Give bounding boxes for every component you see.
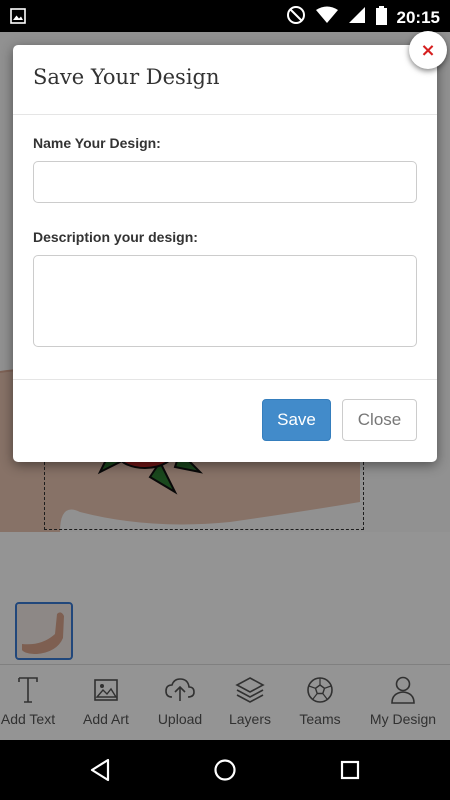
dialog-title: Save Your Design	[33, 65, 220, 89]
close-x-glyph: ×	[420, 39, 436, 61]
save-button[interactable]: Save	[262, 399, 331, 441]
wifi-icon	[315, 6, 338, 29]
image-icon	[10, 8, 26, 29]
navigation-bar	[0, 740, 450, 800]
signal-icon	[348, 6, 366, 29]
design-name-input[interactable]	[33, 161, 417, 203]
home-icon[interactable]	[210, 755, 240, 785]
dialog-header: Save Your Design	[13, 45, 437, 115]
dialog-footer: Save Close	[13, 380, 437, 462]
do-not-disturb-icon	[286, 5, 306, 30]
back-icon[interactable]	[85, 755, 115, 785]
recents-icon[interactable]	[335, 755, 365, 785]
close-button[interactable]: Close	[342, 399, 417, 441]
dialog-body: Name Your Design: Description your desig…	[13, 115, 437, 380]
status-bar: 20:15	[0, 0, 450, 32]
design-description-label: Description your design:	[33, 229, 198, 245]
design-description-input[interactable]	[33, 255, 417, 347]
close-icon[interactable]: ×	[409, 31, 447, 69]
save-design-dialog: Save Your Design Name Your Design: Descr…	[13, 45, 437, 462]
design-name-label: Name Your Design:	[33, 135, 161, 151]
battery-icon	[375, 5, 387, 30]
status-time: 20:15	[396, 7, 440, 27]
